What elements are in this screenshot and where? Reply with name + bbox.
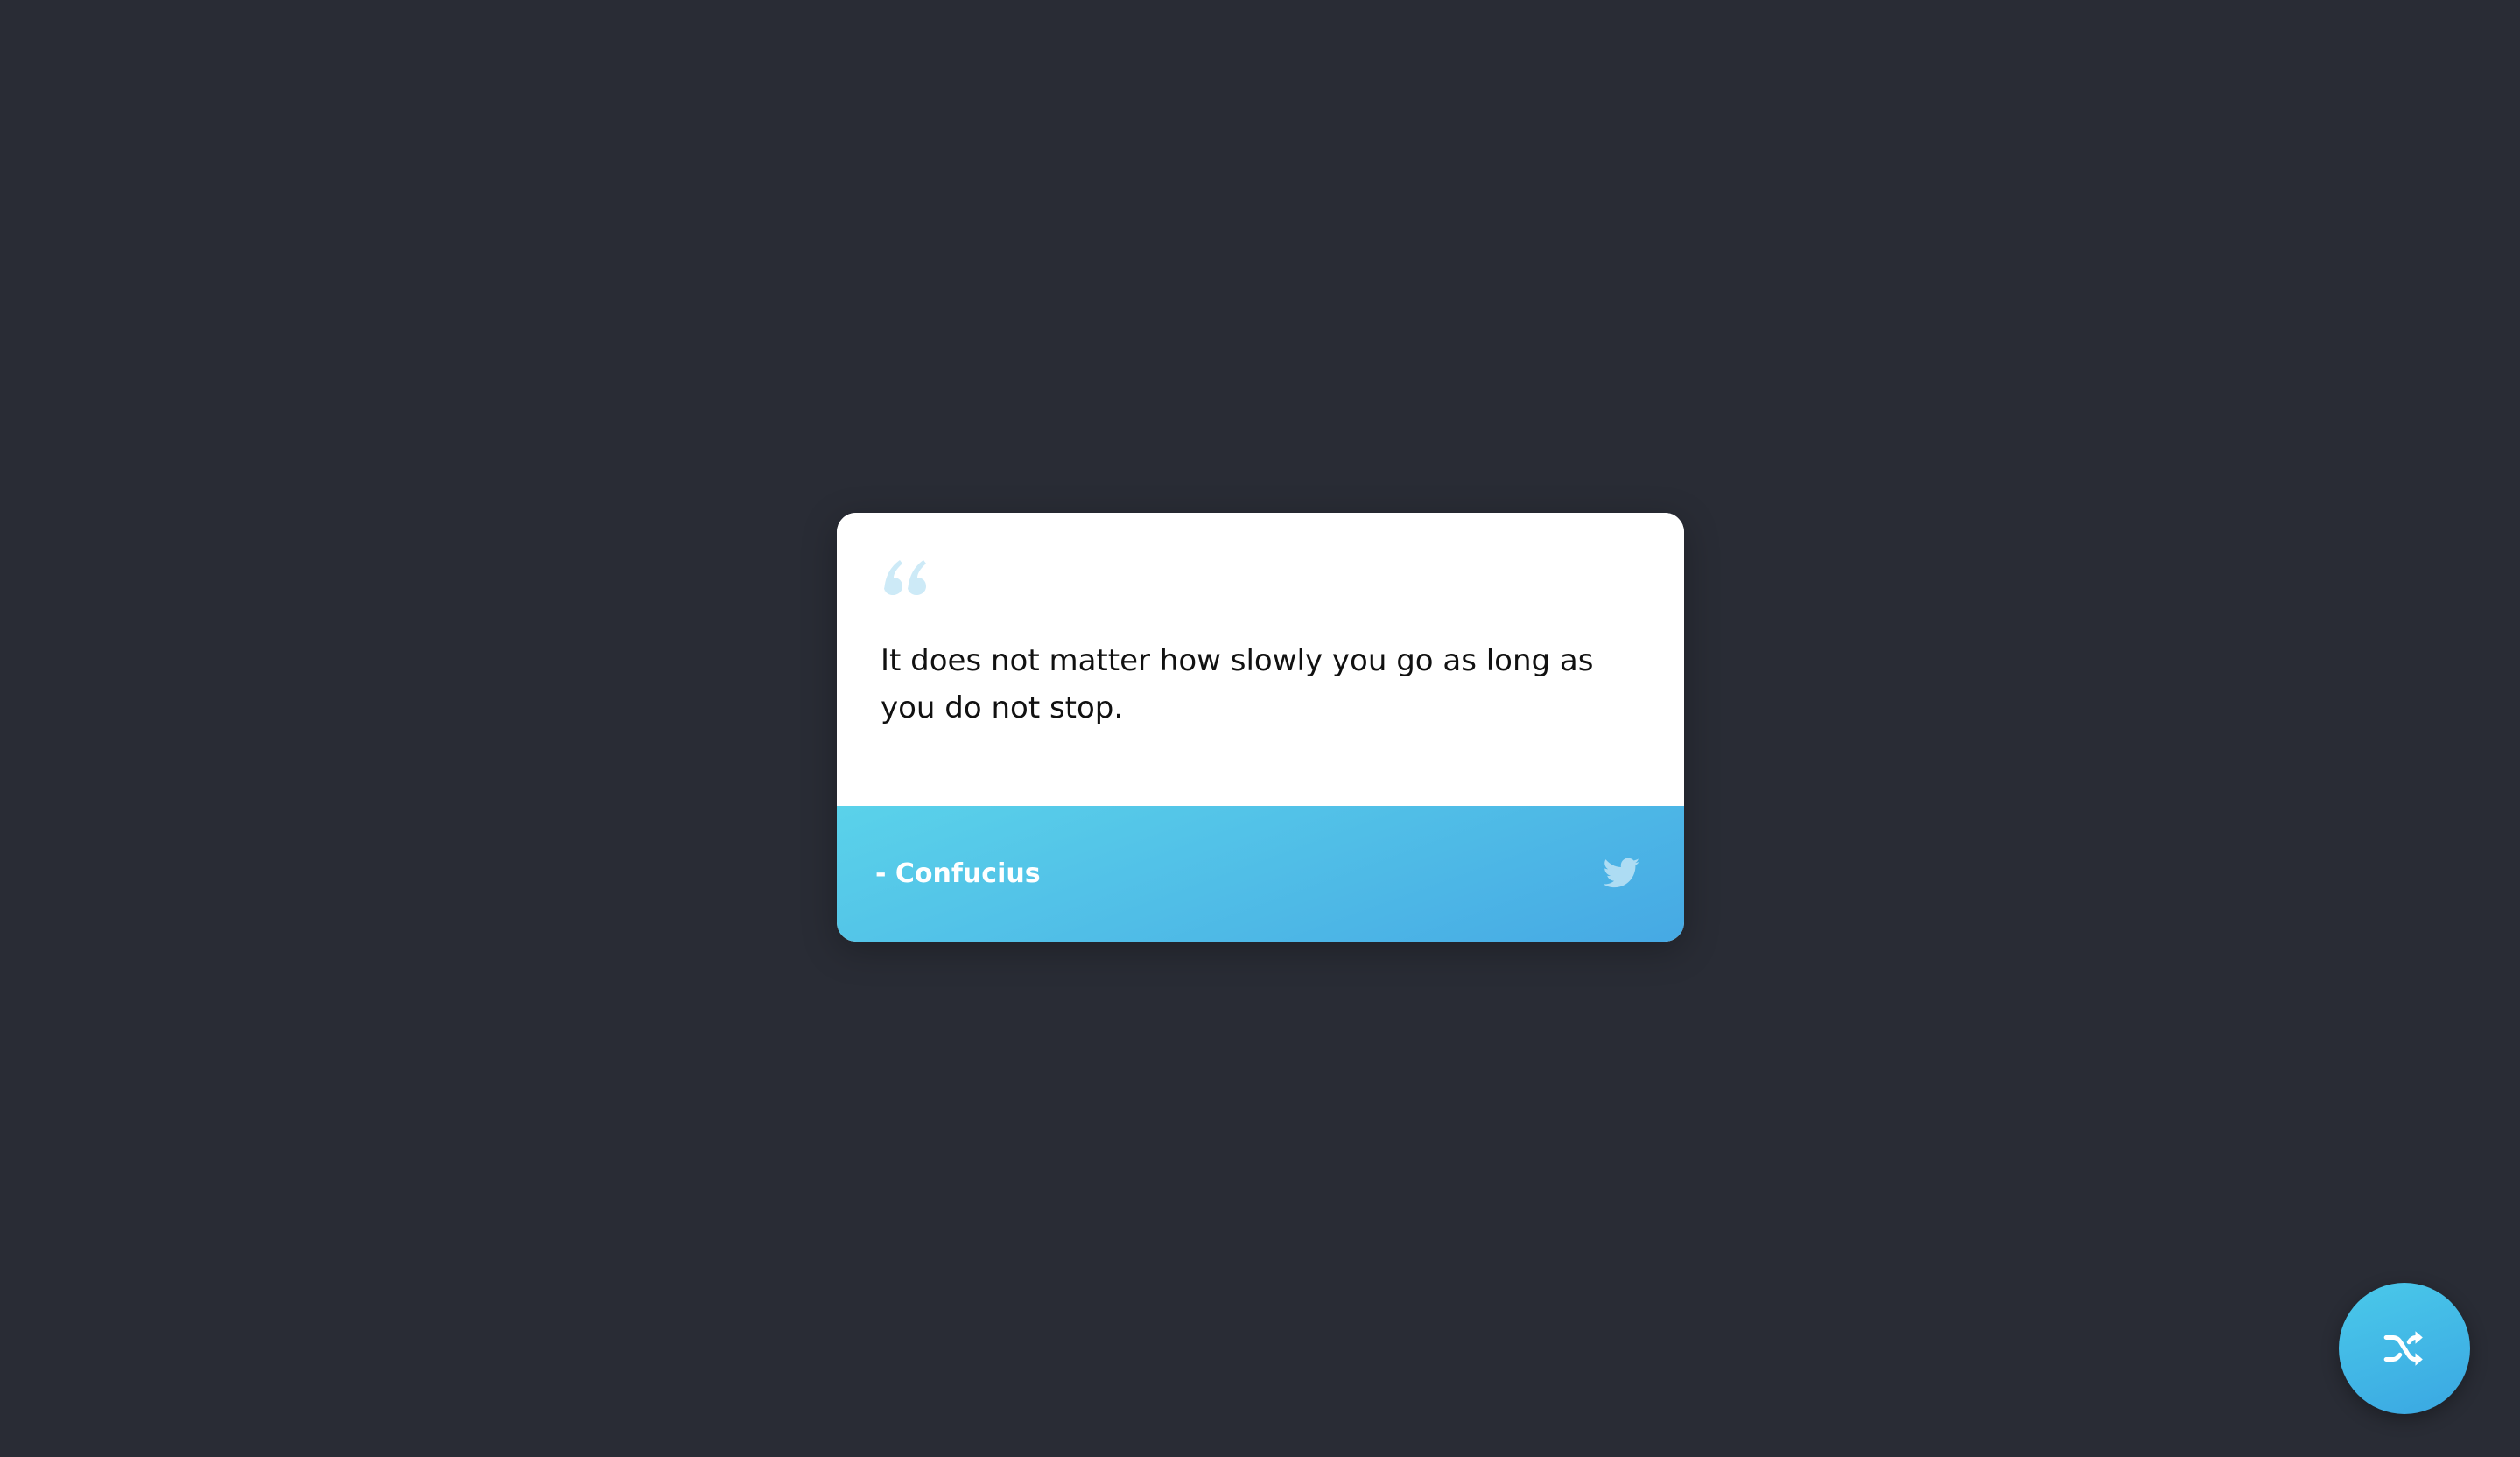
page: It does not matter how slowly you go as …: [0, 0, 2520, 1457]
tweet-button[interactable]: [1603, 857, 1640, 890]
shuffle-icon: [2383, 1331, 2423, 1366]
twitter-icon: [1603, 858, 1640, 888]
quote-card-body: It does not matter how slowly you go as …: [837, 513, 1684, 806]
quote-card: It does not matter how slowly you go as …: [837, 513, 1684, 942]
quote-text: It does not matter how slowly you go as …: [881, 643, 1594, 725]
shuffle-button[interactable]: [2339, 1283, 2470, 1414]
quote-author: - Confucius: [875, 858, 1041, 889]
quote-card-footer: - Confucius: [837, 806, 1684, 942]
quote-left-icon: [884, 560, 926, 595]
